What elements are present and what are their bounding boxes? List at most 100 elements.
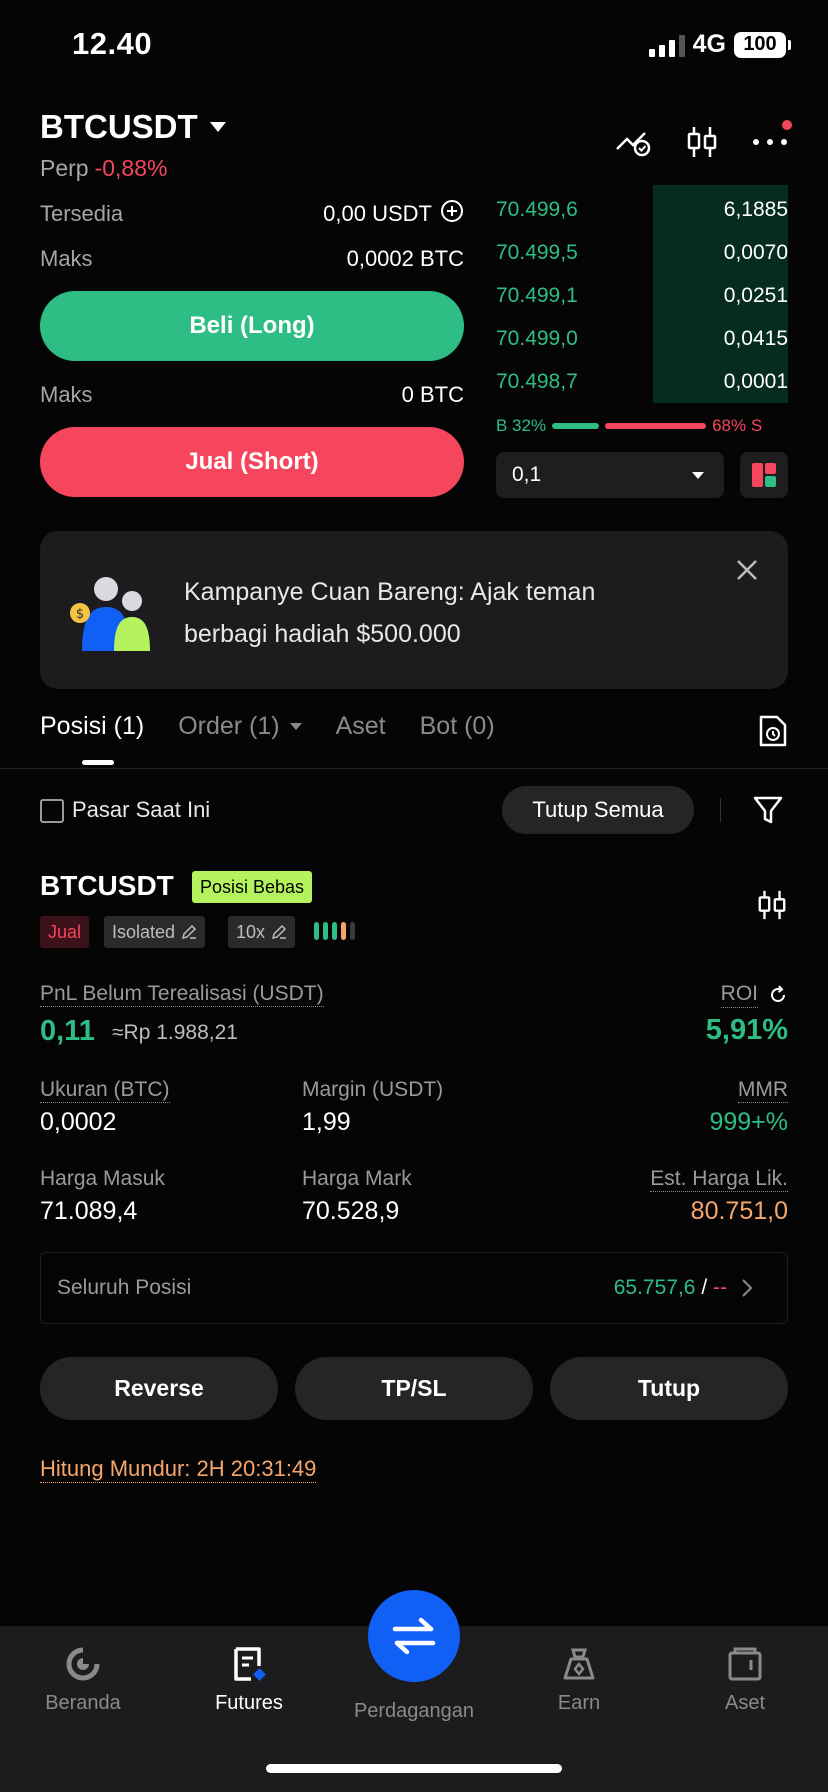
current-market-checkbox[interactable]: [40, 799, 64, 823]
close-all-button[interactable]: Tutup Semua: [502, 786, 694, 834]
reverse-button[interactable]: Reverse: [40, 1357, 278, 1420]
nav-home-label: Beranda: [45, 1692, 121, 1714]
wallet-icon: [728, 1647, 762, 1681]
pnl-label[interactable]: PnL Belum Terealisasi (USDT): [40, 982, 324, 1007]
orderbook-row[interactable]: 70.499,1 0,0251: [496, 276, 788, 316]
current-market-label: Pasar Saat Ini: [72, 797, 211, 822]
roi-label[interactable]: ROI: [720, 982, 758, 1008]
tab-orders[interactable]: Order (1): [178, 712, 302, 741]
orderbook-qty: 0,0415: [723, 327, 788, 350]
risk-level-indicator: [314, 922, 355, 940]
chevron-down-icon: [289, 723, 302, 730]
swap-icon: [392, 1617, 436, 1655]
nav-assets-label: Aset: [724, 1692, 766, 1714]
status-time: 12.40: [72, 26, 153, 61]
nav-trade[interactable]: Perdagangan: [331, 1692, 497, 1723]
orderbook-row[interactable]: 70.498,7 0,0001: [496, 362, 788, 402]
promo-text: Kampanye Cuan Bareng: Ajak teman berbagi…: [184, 578, 596, 648]
symbol-selector[interactable]: BTCUSDT: [40, 108, 226, 146]
margin-value: 1,99: [302, 1108, 351, 1136]
home-icon: [66, 1647, 100, 1681]
orderbook-layout-button[interactable]: [740, 452, 788, 498]
orderbook-row[interactable]: 70.499,5 0,0070: [496, 233, 788, 273]
margin-mode-badge[interactable]: Isolated: [104, 916, 206, 948]
roi-header: ROI: [720, 982, 788, 1008]
leverage-label: 10x: [236, 921, 266, 942]
pnl-idr-value: ≈Rp 1.988,21: [112, 1021, 238, 1044]
nav-futures-label: Futures: [215, 1692, 283, 1714]
nav-earn[interactable]: Earn: [496, 1644, 662, 1715]
all-positions-value: 65.757,6: [613, 1276, 696, 1299]
edit-icon: [272, 924, 287, 940]
mmr-label[interactable]: MMR: [737, 1078, 788, 1103]
available-row: 0,00 USDT: [323, 199, 464, 228]
position-symbol[interactable]: BTCUSDT: [40, 870, 174, 902]
promo-banner[interactable]: $ Kampanye Cuan Bareng: Ajak teman berba…: [40, 531, 788, 689]
depth-precision-select[interactable]: 0,1: [496, 452, 724, 498]
buy-long-button[interactable]: Beli (Long): [40, 291, 464, 361]
trade-fab-button[interactable]: [368, 1590, 460, 1682]
history-icon[interactable]: [758, 714, 788, 753]
signal-icon: [648, 33, 685, 57]
orderbook-row[interactable]: 70.499,6 6,1885: [496, 190, 788, 230]
price-alert-icon[interactable]: [614, 124, 654, 160]
candlestick-chart-icon[interactable]: [682, 124, 722, 160]
sell-short-button[interactable]: Jual (Short): [40, 427, 464, 497]
entry-price-value: 71.089,4: [40, 1197, 138, 1225]
roi-value: 5,91%: [705, 1014, 788, 1046]
referral-illustration-icon: $: [68, 575, 168, 656]
more-icon[interactable]: [750, 120, 792, 160]
all-positions-dash: --: [713, 1276, 727, 1299]
filter-icon[interactable]: [752, 794, 784, 831]
chevron-down-icon: [692, 471, 704, 479]
tab-positions[interactable]: Posisi (1): [40, 712, 144, 741]
contract-info: Perp -0,88%: [40, 155, 167, 182]
orderbook-qty: 6,1885: [723, 198, 788, 221]
tab-bots[interactable]: Bot (0): [420, 712, 495, 741]
funding-countdown[interactable]: Hitung Mundur: 2H 20:31:49: [40, 1456, 317, 1483]
nav-futures[interactable]: Futures: [166, 1644, 332, 1715]
candlestick-chart-icon[interactable]: [756, 888, 788, 927]
size-value: 0,0002: [40, 1108, 117, 1136]
sell-ratio: 68% S: [712, 416, 763, 435]
side-badge: Jual: [40, 916, 90, 948]
edit-icon: [182, 924, 197, 940]
mmr-value: 999+%: [709, 1108, 788, 1136]
mark-price-label: Harga Mark: [302, 1167, 412, 1190]
layout-icon: [752, 463, 776, 487]
max-short-value: 0 BTC: [401, 382, 464, 407]
close-icon[interactable]: [732, 555, 762, 585]
tpsl-button[interactable]: TP/SL: [295, 1357, 533, 1420]
all-positions-label: Seluruh Posisi: [57, 1276, 192, 1299]
buy-sell-ratio: B 32% 68% S: [496, 416, 788, 436]
available-value: 0,00 USDT: [323, 200, 432, 226]
tab-assets[interactable]: Aset: [336, 712, 386, 741]
orderbook-row[interactable]: 70.499,0 0,0415: [496, 319, 788, 359]
position-mode-badge: Posisi Bebas: [192, 871, 313, 903]
nav-home[interactable]: Beranda: [0, 1644, 166, 1715]
depth-value: 0,1: [512, 463, 542, 486]
symbol-title: BTCUSDT: [40, 108, 198, 145]
max-long-value: 0,0002 BTC: [346, 246, 464, 271]
max-short-label: Maks: [40, 382, 93, 407]
nav-assets[interactable]: Aset: [662, 1644, 828, 1715]
size-label[interactable]: Ukuran (BTC): [40, 1078, 170, 1103]
liq-price-label[interactable]: Est. Harga Lik.: [650, 1167, 788, 1192]
sell-ratio-bar: [605, 423, 707, 429]
close-position-button[interactable]: Tutup: [550, 1357, 788, 1420]
entry-price-label: Harga Masuk: [40, 1167, 165, 1190]
orderbook-price: 70.498,7: [496, 370, 578, 393]
header-actions: [614, 120, 792, 160]
futures-icon: [234, 1647, 266, 1681]
buy-ratio: B 32%: [496, 416, 547, 435]
add-funds-icon[interactable]: [440, 199, 464, 228]
margin-mode-label: Isolated: [112, 921, 176, 942]
nav-earn-label: Earn: [557, 1692, 601, 1714]
contract-type: Perp: [40, 155, 89, 181]
liq-price-value: 80.751,0: [690, 1197, 788, 1225]
available-label: Tersedia: [40, 201, 124, 226]
leverage-badge[interactable]: 10x: [228, 916, 296, 948]
price-change: -0,88%: [94, 155, 168, 181]
orderbook-qty: 0,0251: [723, 284, 788, 307]
all-positions-row[interactable]: Seluruh Posisi 65.757,6 / --: [40, 1252, 788, 1324]
